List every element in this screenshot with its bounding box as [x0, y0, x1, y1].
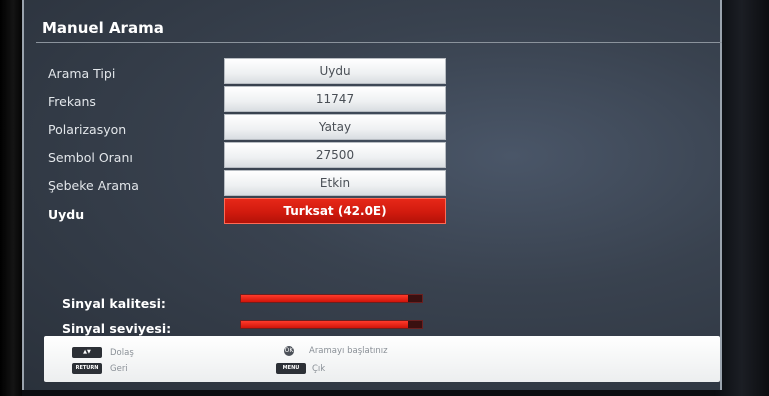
- symbol-rate-field[interactable]: 27500: [224, 142, 446, 168]
- signal-level-bar: [240, 320, 423, 329]
- tv-bezel-left: [0, 0, 22, 396]
- search-type-field[interactable]: Uydu: [224, 58, 446, 84]
- label-frequency: Frekans: [48, 94, 96, 109]
- label-symbol-rate: Sembol Oranı: [48, 150, 133, 165]
- signal-quality-label: Sinyal kalitesi:: [62, 296, 166, 311]
- tv-bezel-right: [714, 0, 769, 396]
- title-bar: Manuel Arama: [36, 14, 722, 43]
- return-key-icon: RETURN: [72, 363, 102, 374]
- satellite-field[interactable]: Turksat (42.0E): [224, 198, 446, 224]
- label-search-type: Arama Tipi: [48, 66, 116, 81]
- signal-level-fill: [241, 321, 408, 328]
- network-search-field[interactable]: Etkin: [224, 170, 446, 196]
- back-hint: Geri: [110, 364, 128, 374]
- label-network-search: Şebeke Arama: [48, 178, 139, 193]
- nav-hint: Dolaş: [110, 348, 134, 358]
- exit-hint: Çık: [312, 364, 326, 374]
- signal-quality-fill: [241, 295, 408, 302]
- label-polarization: Polarizasyon: [48, 122, 127, 137]
- signal-quality-bar: [240, 294, 423, 303]
- label-satellite: Uydu: [48, 207, 85, 222]
- page-title: Manuel Arama: [42, 19, 164, 37]
- start-search-hint: Aramayı başlatınız: [309, 346, 388, 356]
- menu-key-icon: MENU: [276, 363, 306, 374]
- signal-level-label: Sinyal seviyesi:: [62, 321, 172, 336]
- ok-key-icon: OK: [284, 346, 294, 356]
- nav-arrows-icon: ▲▼: [72, 347, 102, 358]
- polarization-field[interactable]: Yatay: [224, 114, 446, 140]
- help-bar: ▲▼ Dolaş RETURN Geri OK Aramayı başlatın…: [44, 336, 720, 382]
- osd-screen: Manuel Arama Arama Tipi Uydu Frekans 117…: [22, 0, 722, 390]
- frequency-field[interactable]: 11747: [224, 86, 446, 112]
